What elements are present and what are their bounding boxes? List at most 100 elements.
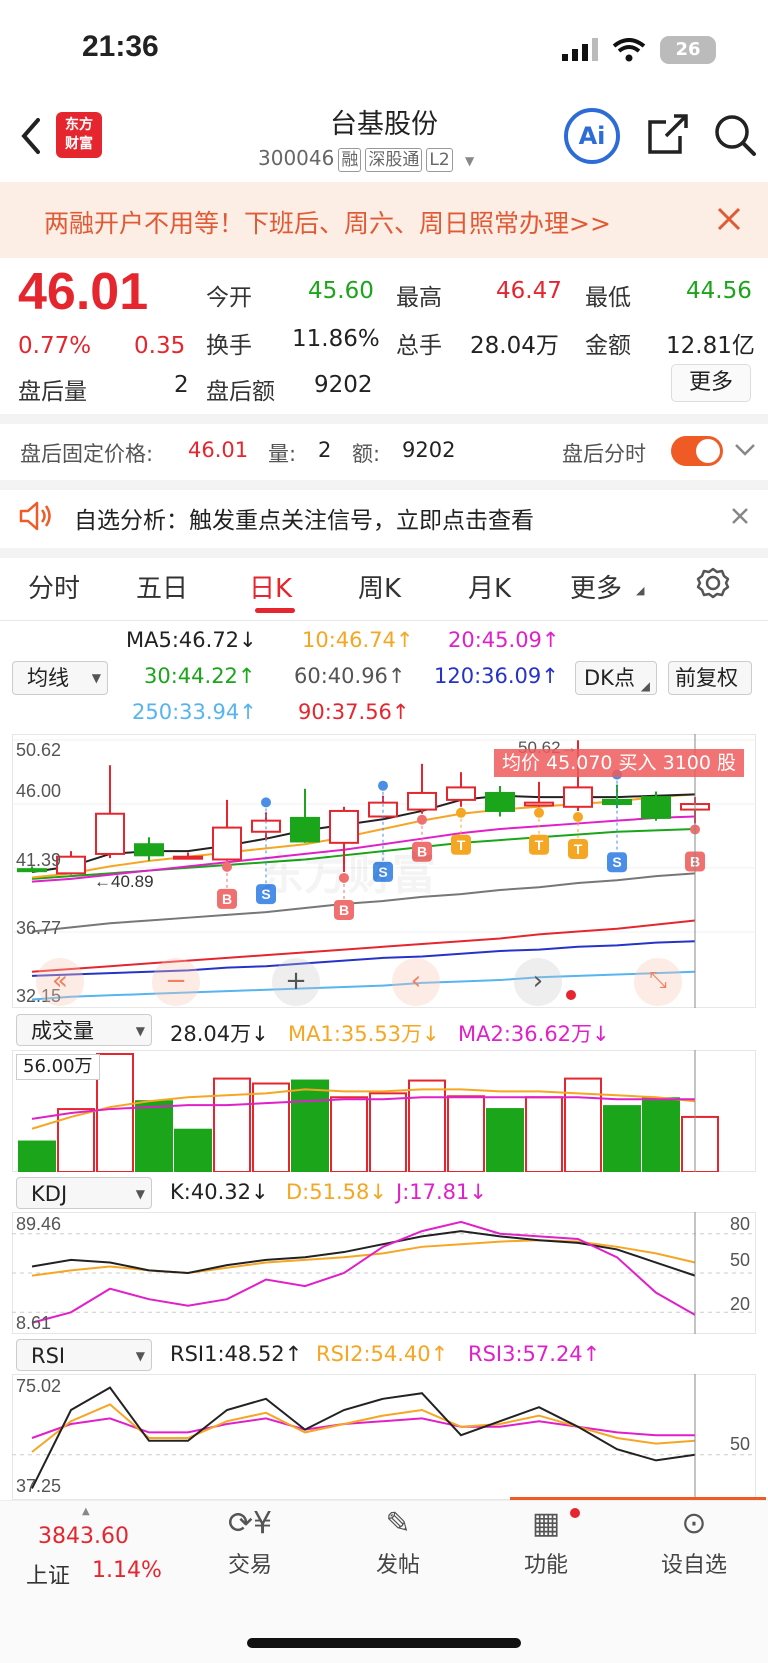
close-icon[interactable] bbox=[716, 206, 742, 232]
index-name[interactable]: 上证 bbox=[26, 1558, 70, 1590]
fullscreen-icon[interactable]: ⤡ bbox=[634, 958, 682, 1006]
signal-dot bbox=[417, 814, 427, 825]
dk-point-selector[interactable]: DK点 ◢ bbox=[575, 661, 657, 695]
signal-dot bbox=[573, 811, 583, 822]
add-watchlist-button[interactable]: ⊙ 设自选 bbox=[639, 1506, 749, 1579]
signal-label: B bbox=[339, 902, 349, 918]
notification-dot bbox=[570, 1508, 580, 1518]
alert-text[interactable]: 自选分析：触发重点关注信号，立即点击查看 bbox=[74, 501, 534, 535]
candle-body bbox=[485, 791, 515, 812]
dropdown-icon: ▼ bbox=[91, 671, 101, 685]
rsi-selector[interactable]: RSI ▼ bbox=[16, 1339, 152, 1371]
kdj-axis-top: 89.46 bbox=[16, 1214, 62, 1234]
scroll-right-icon[interactable]: › bbox=[514, 958, 562, 1006]
kdj-chart[interactable] bbox=[12, 1212, 756, 1334]
close-icon[interactable] bbox=[730, 506, 750, 526]
wifi-icon bbox=[612, 38, 646, 62]
ma120-value: 120:36.09↑ bbox=[434, 664, 559, 688]
rsi-axis-top: 75.02 bbox=[16, 1376, 62, 1396]
divider bbox=[0, 548, 768, 558]
adjust-button[interactable]: 前复权 bbox=[668, 661, 752, 695]
tab-weekly-k[interactable]: 周K bbox=[358, 568, 401, 605]
candle-body bbox=[524, 801, 554, 807]
volume-bar bbox=[525, 1096, 563, 1172]
ma250-line bbox=[31, 970, 696, 1001]
page-dot bbox=[566, 990, 576, 1000]
kdj-d-value: D:51.58↓ bbox=[286, 1180, 387, 1204]
signal-dot bbox=[534, 807, 544, 818]
rsi-chart[interactable] bbox=[12, 1374, 756, 1500]
index-change[interactable]: 1.14% bbox=[92, 1558, 162, 1583]
candle-body bbox=[407, 791, 437, 811]
candle-body bbox=[563, 786, 593, 808]
tag-margin: 融 bbox=[338, 148, 362, 172]
min-price-label: ←40.89 bbox=[94, 872, 154, 891]
signal-dot bbox=[222, 861, 232, 872]
watermark: 东方财富 bbox=[260, 838, 436, 902]
volume-ma2: MA2:36.62万↓ bbox=[458, 1022, 610, 1046]
afterhours-toggle-label: 盘后分时 bbox=[562, 442, 646, 466]
low-label: 最低 bbox=[585, 285, 631, 311]
avg-cost-box: 均价 45.070 买入 3100 股 bbox=[494, 749, 744, 777]
volume-label: 总手 bbox=[396, 333, 442, 359]
ai-button[interactable]: Ai bbox=[564, 108, 620, 164]
more-button[interactable]: 更多 bbox=[671, 364, 751, 402]
ma60-value: 60:40.96↑ bbox=[294, 664, 406, 688]
tab-five-day[interactable]: 五日 bbox=[136, 568, 188, 605]
signal-dot bbox=[378, 780, 388, 791]
afterhours-price: 46.01 bbox=[188, 438, 249, 462]
stock-code-line: 300046 融深股通 L2 ▼ bbox=[258, 146, 474, 172]
signal-label: T bbox=[574, 841, 583, 857]
ma90-value: 90:37.56↑ bbox=[298, 700, 410, 724]
settings-gear-icon[interactable] bbox=[696, 566, 730, 600]
dk-label: DK点 bbox=[584, 666, 635, 690]
tab-intraday[interactable]: 分时 bbox=[28, 568, 80, 605]
yen-icon: ⟳¥ bbox=[227, 1506, 273, 1541]
price-axis-label: 41.39 bbox=[16, 850, 62, 870]
kdj-selector[interactable]: KDJ ▼ bbox=[16, 1177, 152, 1209]
function-button[interactable]: ▦ 功能 bbox=[491, 1506, 601, 1579]
rsi-selector-label: RSI bbox=[31, 1344, 66, 1368]
tab-more[interactable]: 更多 bbox=[570, 568, 622, 605]
tab-active-indicator bbox=[255, 608, 295, 613]
search-icon[interactable] bbox=[712, 112, 758, 158]
kdj-selector-label: KDJ bbox=[31, 1182, 68, 1206]
post-button[interactable]: ✎ 发帖 bbox=[343, 1506, 453, 1579]
trade-button[interactable]: ⟳¥ 交易 bbox=[195, 1506, 305, 1579]
afterhours-vol-label: 量: bbox=[268, 442, 297, 466]
volume-bar bbox=[96, 1053, 134, 1172]
scroll-left-fast-icon[interactable]: « bbox=[36, 958, 84, 1006]
after-volume-label: 盘后量 bbox=[18, 379, 87, 405]
trade-label: 交易 bbox=[227, 1553, 272, 1578]
scroll-left-icon[interactable]: ‹ bbox=[392, 958, 440, 1006]
rsi2-value: RSI2:54.40↑ bbox=[316, 1342, 449, 1366]
promo-text[interactable]: 两融开户不用等！下班后、周六、周日照常办理>> bbox=[44, 204, 611, 240]
chevron-down-icon[interactable] bbox=[734, 442, 756, 458]
signal-icon bbox=[562, 38, 598, 61]
rsi3-line bbox=[31, 1417, 695, 1439]
tab-daily-k[interactable]: 日K bbox=[249, 568, 292, 605]
volume-chart[interactable] bbox=[12, 1050, 756, 1172]
zoom-in-icon[interactable]: + bbox=[272, 958, 320, 1006]
ma-selector[interactable]: 均线 ▼ bbox=[12, 661, 108, 695]
index-value[interactable]: 3843.60 bbox=[38, 1524, 129, 1549]
afterhours-label: 盘后固定价格: bbox=[20, 442, 154, 466]
afterhours-vol: 2 bbox=[318, 438, 332, 462]
volume-bar bbox=[486, 1108, 524, 1172]
rsi-ref-50: 50 bbox=[730, 1434, 751, 1454]
code-dropdown-icon[interactable]: ▼ bbox=[465, 154, 474, 168]
tab-monthly-k[interactable]: 月K bbox=[468, 568, 511, 605]
volume-selector[interactable]: 成交量 ▼ bbox=[16, 1014, 152, 1046]
speaker-icon bbox=[19, 501, 51, 531]
zoom-out-icon[interactable]: − bbox=[152, 958, 200, 1006]
edit-icon: ✎ bbox=[385, 1506, 411, 1541]
kdj-j-value: J:17.81↓ bbox=[396, 1180, 487, 1204]
share-icon[interactable] bbox=[646, 112, 690, 156]
afterhours-toggle[interactable] bbox=[671, 436, 723, 466]
candle-body bbox=[95, 812, 125, 855]
signal-dot bbox=[456, 807, 466, 818]
dropdown-icon: ▼ bbox=[135, 1187, 145, 1201]
volume-bar bbox=[681, 1115, 719, 1172]
divider bbox=[0, 414, 768, 424]
rsi1-line bbox=[31, 1386, 696, 1489]
